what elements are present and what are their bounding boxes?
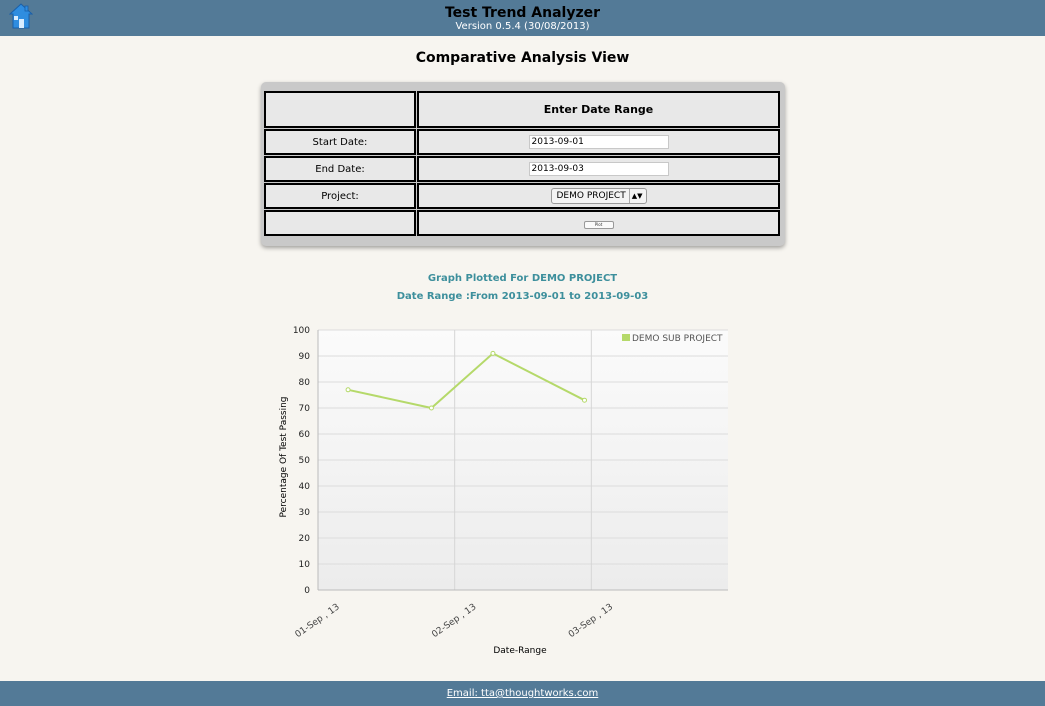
end-date-input[interactable] [528, 162, 669, 176]
y-tick-label: 80 [299, 378, 311, 388]
legend-swatch [622, 334, 630, 341]
start-date-cell [417, 129, 780, 155]
plot-cell: Plot [417, 210, 780, 236]
data-point[interactable] [428, 405, 434, 411]
end-date-cell [417, 156, 780, 182]
project-select[interactable]: DEMO PROJECT ▲▼ [550, 188, 647, 204]
select-arrows-icon: ▲▼ [628, 189, 643, 203]
x-axis-label: Date-Range [493, 646, 547, 656]
pass-rate-chart: 0 10 20 30 40 50 60 70 80 90 100 01-Sep , 13 02-Sep … [279, 326, 728, 656]
app-version: Version 0.5.4 (30/08/2013) [455, 21, 590, 32]
plot-blank-cell [264, 210, 416, 236]
y-tick-label: 90 [299, 352, 311, 362]
legend-label: DEMO SUB PROJECT [632, 334, 723, 344]
form-table: Enter Date Range Start Date: End Date: P… [263, 90, 781, 237]
form-header: Enter Date Range [543, 103, 654, 116]
x-tick-label: 02-Sep , 13 [430, 602, 478, 640]
date-range-form: Enter Date Range Start Date: End Date: P… [261, 82, 785, 246]
x-tick-label: 01-Sep , 13 [294, 602, 342, 640]
email-link[interactable]: Email: tta@thoughtworks.com [447, 688, 599, 699]
graph-date-range: Date Range :From 2013-09-01 to 2013-09-0… [396, 291, 649, 302]
data-point[interactable] [582, 397, 587, 403]
app-title: Test Trend Analyzer [444, 5, 601, 21]
graph-title: Graph Plotted For DEMO PROJECT [427, 273, 618, 284]
y-tick-label: 20 [299, 534, 311, 544]
data-point[interactable] [490, 350, 496, 356]
page-title: Comparative Analysis View [415, 50, 630, 66]
project-label: Project: [264, 183, 416, 209]
y-tick-label: 0 [304, 586, 310, 596]
start-date-input[interactable] [528, 135, 669, 149]
app-footer: Email: tta@thoughtworks.com [0, 681, 1045, 706]
y-tick-label: 40 [299, 482, 311, 492]
start-date-label: Start Date: [264, 129, 416, 155]
end-date-label: End Date: [264, 156, 416, 182]
project-select-value: DEMO PROJECT [556, 191, 626, 201]
y-tick-label: 10 [299, 560, 311, 570]
form-header-cell: Enter Date Range [417, 91, 780, 128]
y-tick-label: 70 [299, 404, 311, 414]
chart-legend: DEMO SUB PROJECT [622, 334, 723, 344]
y-tick-label: 30 [299, 508, 311, 518]
y-axis-label: Percentage Of Test Passing [279, 396, 289, 517]
y-tick-label: 60 [299, 430, 311, 440]
header-blank-cell [264, 91, 416, 128]
data-point[interactable] [345, 387, 351, 393]
plot-button[interactable]: Plot [583, 220, 614, 229]
y-tick-label: 100 [293, 326, 310, 336]
app-header: Test Trend Analyzer Version 0.5.4 (30/08… [0, 0, 1045, 36]
x-tick-label: 03-Sep , 13 [567, 602, 615, 640]
y-tick-label: 50 [299, 456, 311, 466]
project-cell: DEMO PROJECT ▲▼ [417, 183, 780, 209]
